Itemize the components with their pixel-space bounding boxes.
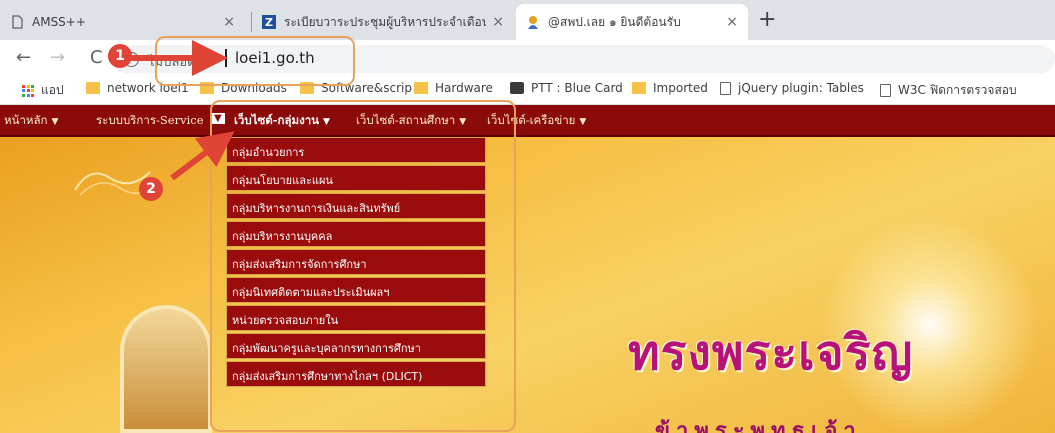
annotation-arrows [132,40,235,181]
step-1-badge: 1 [108,44,132,68]
arrow-to-menu-icon [170,131,235,181]
step-2-badge: 2 [139,177,163,201]
